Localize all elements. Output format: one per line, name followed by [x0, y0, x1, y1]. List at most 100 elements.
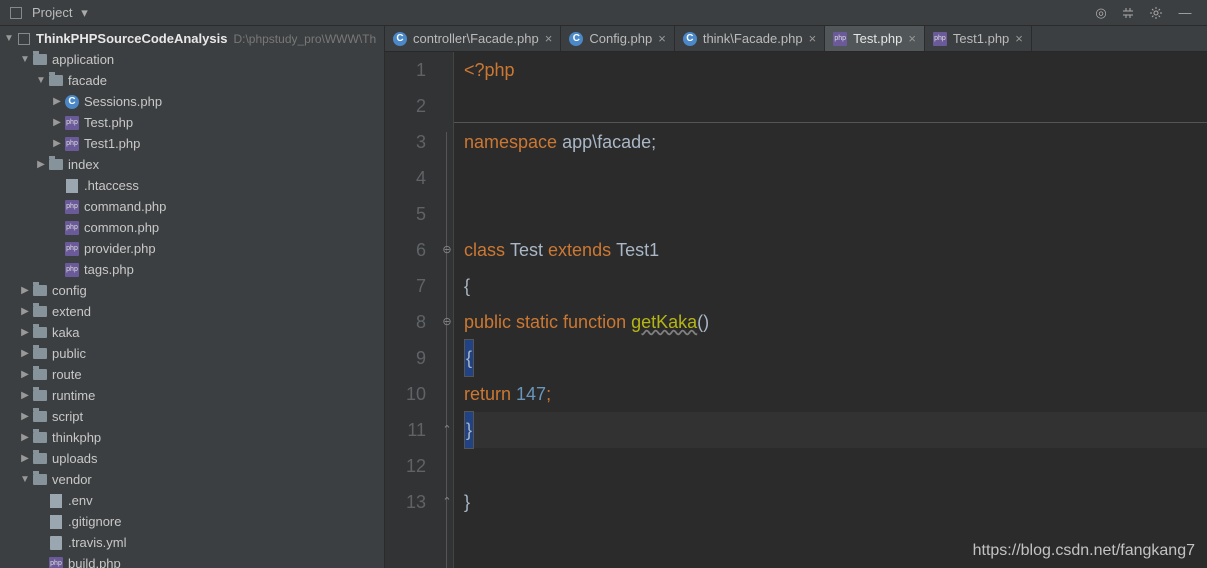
- tree-item[interactable]: thinkphp: [0, 427, 384, 448]
- tree-item-label: Sessions.php: [84, 94, 162, 109]
- tree-item[interactable]: .travis.yml: [0, 532, 384, 553]
- tree-item[interactable]: kaka: [0, 322, 384, 343]
- tree-item[interactable]: php build.php: [0, 553, 384, 568]
- close-icon[interactable]: ×: [908, 31, 916, 46]
- tree-item[interactable]: vendor: [0, 469, 384, 490]
- file-icon: php: [48, 556, 64, 568]
- folder-icon: [32, 388, 48, 404]
- project-root-path: D:\phpstudy_pro\WWW\Th: [233, 32, 376, 46]
- editor-tab[interactable]: php Test1.php ×: [925, 26, 1032, 51]
- tree-item-label: build.php: [68, 556, 121, 568]
- tree-item[interactable]: phpprovider.php: [0, 238, 384, 259]
- tree-item-label: extend: [52, 304, 91, 319]
- tab-label: controller\Facade.php: [413, 31, 539, 46]
- tree-item[interactable]: runtime: [0, 385, 384, 406]
- tree-item[interactable]: facade: [0, 70, 384, 91]
- expand-icon[interactable]: [4, 33, 14, 44]
- tab-label: Test.php: [853, 31, 902, 46]
- tree-item-label: vendor: [52, 472, 92, 487]
- locate-icon[interactable]: ◎: [1093, 5, 1109, 21]
- file-icon: [64, 178, 80, 194]
- tree-item[interactable]: .gitignore: [0, 511, 384, 532]
- tree-item[interactable]: config: [0, 280, 384, 301]
- dropdown-icon[interactable]: ▾: [76, 5, 92, 21]
- tree-item[interactable]: .env: [0, 490, 384, 511]
- expand-icon[interactable]: [20, 390, 30, 401]
- tree-item[interactable]: public: [0, 343, 384, 364]
- folder-icon: [32, 367, 48, 383]
- close-icon[interactable]: ×: [545, 31, 553, 46]
- expand-icon[interactable]: [52, 96, 62, 107]
- folder-icon: [32, 304, 48, 320]
- editor-tab[interactable]: CConfig.php×: [561, 26, 674, 51]
- expand-icon[interactable]: [52, 138, 62, 149]
- tree-item-label: provider.php: [84, 241, 156, 256]
- file-icon: php: [64, 136, 80, 152]
- project-root[interactable]: ThinkPHPSourceCodeAnalysis D:\phpstudy_p…: [0, 28, 384, 49]
- file-icon: php: [64, 115, 80, 131]
- tree-item-label: .travis.yml: [68, 535, 127, 550]
- editor-tab[interactable]: Cthink\Facade.php×: [675, 26, 825, 51]
- editor-area: Ccontroller\Facade.php×CConfig.php×Cthin…: [385, 26, 1207, 568]
- tree-item[interactable]: phptags.php: [0, 259, 384, 280]
- code-source[interactable]: <?php namespace app\facade; class Test e…: [454, 52, 1207, 568]
- expand-icon[interactable]: [20, 369, 30, 380]
- expand-icon[interactable]: [20, 54, 30, 65]
- tree-item-label: uploads: [52, 451, 98, 466]
- tree-item[interactable]: php Test1.php: [0, 133, 384, 154]
- expand-icon[interactable]: [36, 159, 46, 170]
- close-icon[interactable]: ×: [809, 31, 817, 46]
- gear-icon[interactable]: [1149, 6, 1165, 20]
- expand-icon[interactable]: [20, 432, 30, 443]
- tree-item[interactable]: php common.php: [0, 217, 384, 238]
- folder-icon: [32, 472, 48, 488]
- expand-icon[interactable]: [20, 411, 30, 422]
- expand-icon[interactable]: [20, 306, 30, 317]
- tree-item[interactable]: phpcommand.php: [0, 196, 384, 217]
- expand-icon[interactable]: [20, 285, 30, 296]
- collapse-icon[interactable]: [1121, 6, 1137, 20]
- file-icon: [48, 535, 64, 551]
- tree-item[interactable]: .htaccess: [0, 175, 384, 196]
- tree-item[interactable]: extend: [0, 301, 384, 322]
- tree-item[interactable]: index: [0, 154, 384, 175]
- tree-item-label: .env: [68, 493, 93, 508]
- tree-item-label: common.php: [84, 220, 159, 235]
- class-icon: C: [393, 32, 407, 46]
- code-editor[interactable]: 1 2 3 4 5 6 7 8 9 10 11 12 13 ⊖ ⊖ ⌃ ⌃: [385, 52, 1207, 568]
- tree-item[interactable]: uploads: [0, 448, 384, 469]
- tree-item[interactable]: script: [0, 406, 384, 427]
- tree-item[interactable]: route: [0, 364, 384, 385]
- fold-icon[interactable]: ⊖: [441, 316, 453, 328]
- expand-icon[interactable]: [20, 348, 30, 359]
- line-gutter: 1 2 3 4 5 6 7 8 9 10 11 12 13: [385, 52, 440, 568]
- tree-item-label: config: [52, 283, 87, 298]
- fold-icon[interactable]: ⊖: [441, 244, 453, 256]
- file-icon: php: [64, 220, 80, 236]
- tree-item-label: thinkphp: [52, 430, 101, 445]
- folder-icon: [32, 409, 48, 425]
- editor-tab[interactable]: phpTest.php×: [825, 26, 925, 51]
- folder-icon: [48, 73, 64, 89]
- php-icon: php: [933, 32, 947, 46]
- tab-label: Test1.php: [953, 31, 1009, 46]
- close-icon[interactable]: ×: [1015, 31, 1023, 46]
- project-tree: ThinkPHPSourceCodeAnalysis D:\phpstudy_p…: [0, 26, 384, 568]
- editor-tab[interactable]: Ccontroller\Facade.php ×: [385, 26, 561, 51]
- file-icon: php: [64, 199, 80, 215]
- close-icon[interactable]: ×: [658, 31, 666, 46]
- expand-icon[interactable]: [36, 75, 46, 86]
- tree-item-label: tags.php: [84, 262, 134, 277]
- tree-item[interactable]: CSessions.php: [0, 91, 384, 112]
- fold-end-icon[interactable]: ⌃: [441, 424, 453, 436]
- tree-item-label: Test1.php: [84, 136, 140, 151]
- expand-icon[interactable]: [20, 453, 30, 464]
- minimize-icon[interactable]: —: [1177, 5, 1193, 20]
- project-label[interactable]: Project: [32, 5, 72, 20]
- expand-icon[interactable]: [52, 117, 62, 128]
- tree-item[interactable]: application: [0, 49, 384, 70]
- fold-end-icon[interactable]: ⌃: [441, 496, 453, 508]
- expand-icon[interactable]: [20, 327, 30, 338]
- expand-icon[interactable]: [20, 474, 30, 485]
- tree-item[interactable]: phpTest.php: [0, 112, 384, 133]
